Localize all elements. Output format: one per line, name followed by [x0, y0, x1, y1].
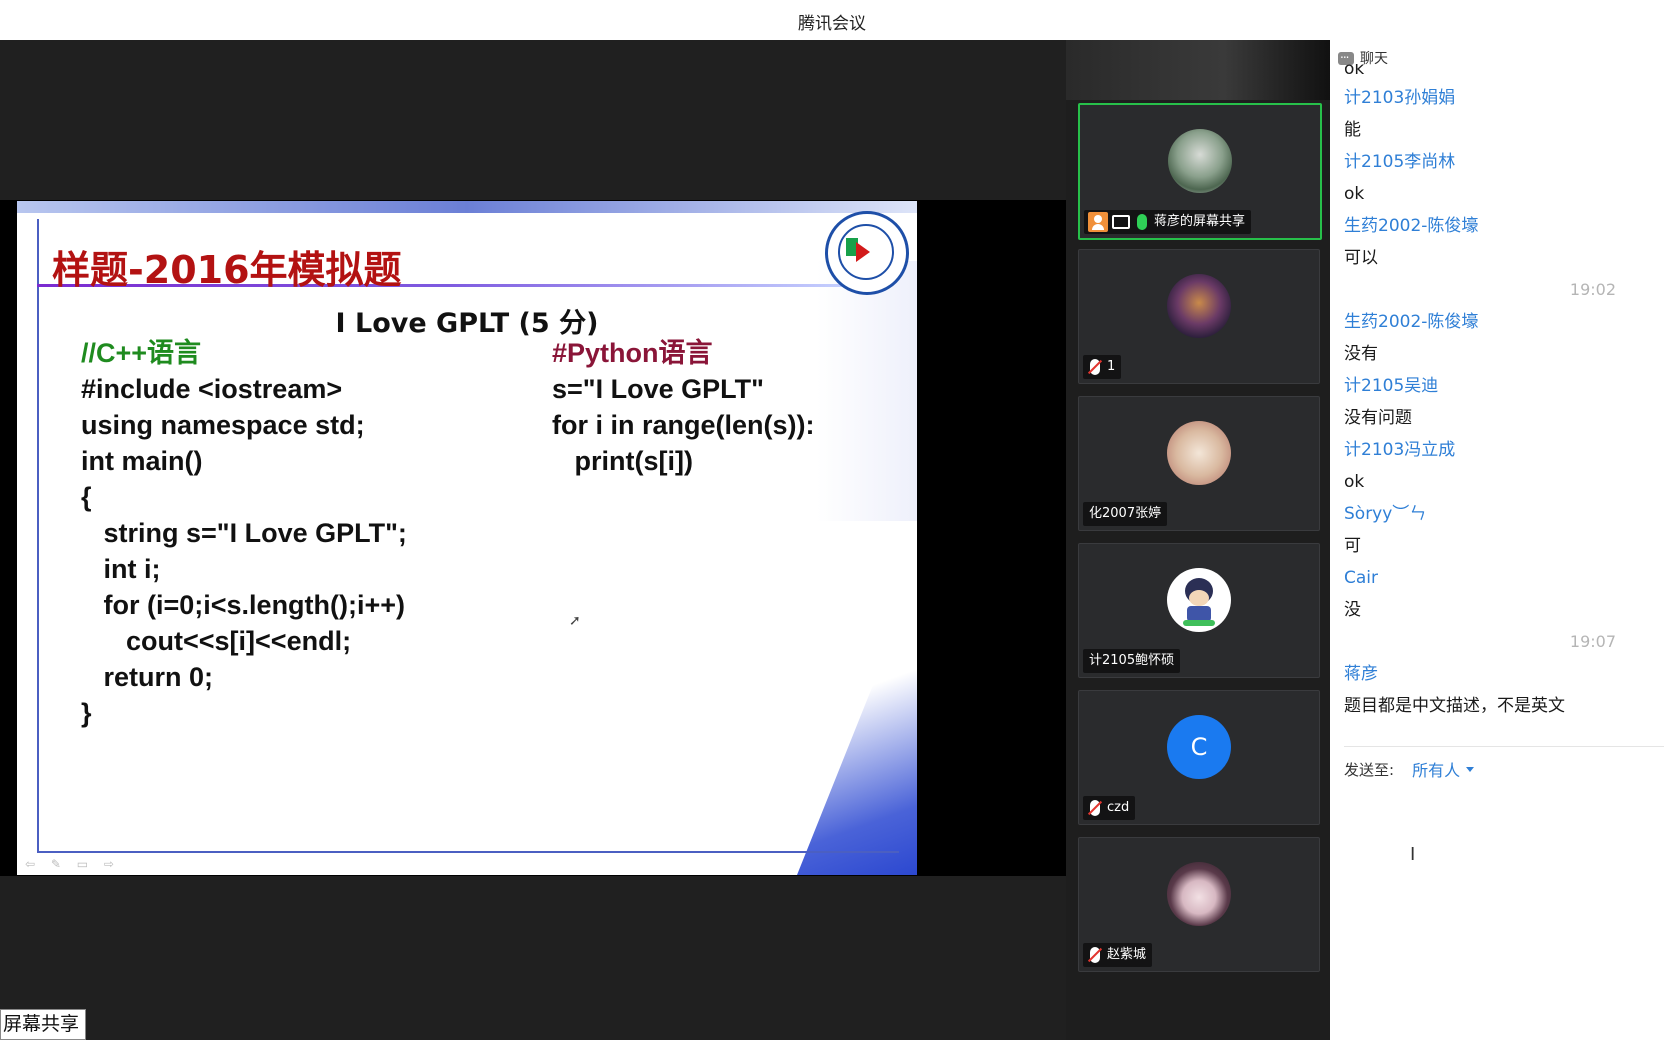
chat-message-text: ok [1344, 64, 1365, 79]
chat-sender-name[interactable]: 生药2002-陈俊壕 [1344, 306, 1644, 338]
participant-namebar: 蒋彦的屏幕共享 [1084, 210, 1252, 234]
chat-message-text: 可以 [1344, 248, 1378, 268]
slide-nav-controls[interactable]: ⇦ ✎ ▭ ⇨ [25, 857, 120, 871]
avatar [1167, 274, 1231, 338]
chat-message-text: 没有 [1344, 344, 1378, 364]
code-line: print(s[i]) [552, 446, 693, 476]
avatar: C [1167, 715, 1231, 779]
avatar [1168, 129, 1232, 193]
chat-sender-name[interactable]: 计2103冯立成 [1344, 434, 1644, 466]
chat-sender-name[interactable]: 计2105吴迪 [1344, 370, 1644, 402]
participant-tile[interactable]: 蒋彦的屏幕共享 [1078, 103, 1322, 240]
participant-name: 赵紫城 [1107, 947, 1147, 962]
mic-muted-icon [1090, 359, 1100, 375]
shared-slide: 样题-2016年模拟题 I Love GPLT (5 分) //C++语言 #i… [17, 201, 917, 875]
code-line: { [81, 482, 92, 512]
chat-message-text: ok [1344, 184, 1365, 204]
window-title: 腾讯会议 [798, 14, 866, 34]
participant-namebar: 1 [1083, 355, 1122, 379]
python-comment: #Python语言 [552, 338, 713, 368]
code-line: #include <iostream> [81, 374, 343, 404]
window-titlebar: 腾讯会议 [0, 0, 1664, 41]
send-to-dropdown[interactable]: 所有人 [1412, 757, 1475, 781]
avatar [1167, 862, 1231, 926]
participant-name: 1 [1107, 359, 1116, 374]
chat-bubble-icon [1338, 47, 1354, 65]
screen-share-badge: 屏幕共享 [0, 1009, 86, 1040]
chat-message-text: 没 [1344, 600, 1361, 620]
code-line: for i in range(len(s)): [552, 410, 815, 440]
chat-sender-name[interactable]: 计2103孙娟娟 [1344, 82, 1644, 114]
chat-message-list[interactable]: ok 计2103孙娟娟 能 计2105李尚林 ok 生药2002-陈俊壕 可以 … [1344, 64, 1644, 734]
chat-message-text: 没有问题 [1344, 408, 1412, 428]
cpp-code-block: //C++语言 #include <iostream> using namesp… [81, 335, 407, 731]
screen-share-icon [1112, 215, 1130, 229]
participant-name: czd [1107, 800, 1130, 815]
chat-message-text: 可 [1344, 536, 1361, 556]
avatar-letter: C [1190, 733, 1208, 761]
participant-tile[interactable]: 计2105鲍怀硕 [1078, 543, 1320, 678]
cpp-comment: //C++语言 [81, 338, 202, 368]
participant-panel: 蒋彦的屏幕共享 1 化2007张婷 计2105鲍怀硕 C czd 赵紫城 [1066, 40, 1330, 1040]
panel-shade [1066, 40, 1330, 100]
code-line: for (i=0;i<s.length();i++) [81, 590, 406, 620]
host-icon [1088, 212, 1108, 232]
participant-tile[interactable]: 赵紫城 [1078, 837, 1320, 972]
code-line: return 0; [81, 662, 214, 692]
participant-namebar: 计2105鲍怀硕 [1083, 649, 1181, 673]
chat-sender-name[interactable]: 生药2002-陈俊壕 [1344, 210, 1644, 242]
python-code-block: #Python语言 s="I Love GPLT" for i in range… [552, 335, 815, 479]
participant-namebar: czd [1083, 796, 1136, 820]
code-line: int i; [81, 554, 161, 584]
participant-namebar: 化2007张婷 [1083, 502, 1168, 526]
chat-sender-name[interactable]: 计2105李尚林 [1344, 146, 1644, 178]
participant-tile[interactable]: 1 [1078, 249, 1320, 384]
avatar [1167, 568, 1231, 632]
avatar [1167, 421, 1231, 485]
chat-timestamp: 19:02 [1569, 280, 1616, 299]
participant-namebar: 赵紫城 [1083, 943, 1153, 967]
mouse-pointer-icon: ➚ [569, 613, 581, 629]
participant-tile[interactable]: 化2007张婷 [1078, 396, 1320, 531]
send-to-row: 发送至: 所有人 [1344, 746, 1664, 781]
chat-message-text: ok [1344, 472, 1365, 492]
chat-panel: 聊天 ok 计2103孙娟娟 能 计2105李尚林 ok 生药2002-陈俊壕 … [1330, 40, 1664, 1040]
chat-timestamp: 19:07 [1569, 632, 1616, 651]
mic-muted-icon [1090, 800, 1100, 816]
mic-muted-icon [1090, 947, 1100, 963]
chat-input-area[interactable] [1330, 800, 1664, 1040]
code-line: } [81, 698, 92, 728]
send-to-target: 所有人 [1412, 761, 1461, 780]
slide-title: 样题-2016年模拟题 [52, 248, 402, 292]
code-line: cout<<s[i]<<endl; [81, 626, 352, 656]
text-cursor-icon: I [1410, 844, 1416, 865]
code-line: using namespace std; [81, 410, 365, 440]
participant-name: 蒋彦的屏幕共享 [1154, 214, 1246, 229]
participant-tile[interactable]: C czd [1078, 690, 1320, 825]
slide-top-band [17, 201, 917, 213]
chat-message-text: 题目都是中文描述，不是英文 [1344, 696, 1565, 716]
chat-sender-name[interactable]: Sòryy︶ㄣ [1344, 498, 1644, 530]
chat-message-text: 能 [1344, 120, 1361, 140]
mic-on-icon [1137, 214, 1147, 230]
send-to-label: 发送至: [1344, 760, 1395, 779]
chat-sender-name[interactable]: 蒋彦 [1344, 658, 1644, 690]
participant-name: 化2007张婷 [1089, 506, 1162, 521]
chat-sender-name[interactable]: Cair [1344, 562, 1644, 594]
chevron-down-icon [1466, 766, 1475, 772]
code-line: int main() [81, 446, 203, 476]
participant-name: 计2105鲍怀硕 [1089, 653, 1175, 668]
code-line: string s="I Love GPLT"; [81, 518, 407, 548]
code-line: s="I Love GPLT" [552, 374, 764, 404]
university-logo [825, 211, 909, 295]
